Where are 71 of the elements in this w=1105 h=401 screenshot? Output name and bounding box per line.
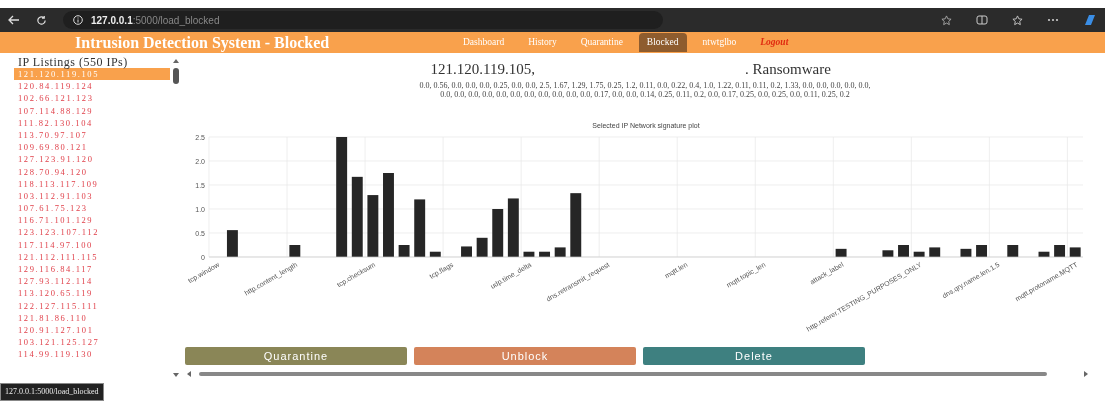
- ip-list-item[interactable]: 103.112.91.103: [14, 189, 170, 203]
- bar: [476, 237, 488, 257]
- bar: [913, 251, 925, 257]
- url-text: 127.0.0.1:5000/load_blocked: [91, 13, 220, 28]
- bar: [539, 251, 550, 257]
- horizontal-scrollbar[interactable]: [185, 369, 1090, 379]
- ip-list-item[interactable]: 120.84.119.124: [14, 80, 170, 93]
- delete-button[interactable]: Delete: [643, 347, 865, 365]
- star-icon[interactable]: [941, 14, 952, 26]
- ip-list-item[interactable]: 118.113.117.109: [14, 177, 170, 190]
- bar: [414, 199, 426, 257]
- ip-list-item[interactable]: 107.61.75.123: [14, 202, 170, 215]
- bar: [1069, 247, 1081, 257]
- ip-list-item[interactable]: 107.114.88.129: [14, 104, 170, 117]
- ip-list-item[interactable]: 129.116.84.117: [14, 263, 170, 276]
- bar: [554, 247, 566, 257]
- bar: [461, 246, 472, 257]
- bar: [570, 193, 582, 257]
- ip-list-item[interactable]: 116.71.101.129: [14, 214, 170, 227]
- unblock-button[interactable]: Unblock: [414, 347, 636, 365]
- attack-type: . Ransomware: [745, 60, 831, 79]
- ip-list-item[interactable]: 123.123.107.112: [14, 226, 170, 239]
- quarantine-button[interactable]: Quarantine: [185, 347, 407, 365]
- ip-list-item[interactable]: 102.66.121.123: [14, 92, 170, 105]
- ip-list-item[interactable]: 113.70.97.107: [14, 128, 170, 142]
- bar: [1007, 245, 1019, 257]
- info-icon: [73, 15, 83, 25]
- ip-list-item[interactable]: 128.70.94.120: [14, 165, 170, 178]
- ip-address: 121.120.119.105,: [429, 60, 535, 79]
- favorites-icon[interactable]: [1012, 14, 1023, 26]
- back-icon[interactable]: [8, 15, 20, 25]
- ip-list-item[interactable]: 120.91.127.101: [14, 323, 170, 337]
- bar: [429, 251, 441, 257]
- bar: [976, 245, 987, 257]
- sidebar-heading: IP Listings (550 IPs): [17, 54, 129, 68]
- bar: [882, 250, 894, 257]
- ip-list-item[interactable]: 117.114.97.100: [14, 238, 170, 251]
- bar: [398, 245, 410, 257]
- split-screen-icon[interactable]: [976, 15, 988, 25]
- bar: [367, 195, 379, 257]
- bar: [289, 245, 301, 257]
- more-icon[interactable]: [1047, 18, 1059, 22]
- bar: [1038, 251, 1050, 257]
- ip-list-item[interactable]: 127.123.91.120: [14, 153, 170, 166]
- ip-list-item[interactable]: 114.99.119.130: [14, 348, 170, 361]
- app-title: Intrusion Detection System - Blocked: [75, 32, 331, 54]
- bar: [492, 209, 504, 257]
- ip-list-item[interactable]: 121.81.86.110: [14, 311, 170, 324]
- bar: [507, 198, 519, 257]
- address-bar[interactable]: 127.0.0.1:5000/load_blocked: [63, 11, 663, 29]
- logout-link[interactable]: Logout: [752, 33, 797, 52]
- status-tooltip: 127.0.0.1:5000/load_blocked: [0, 383, 104, 401]
- ip-list-item[interactable]: 113.120.65.119: [14, 287, 170, 300]
- vertical-scrollbar[interactable]: [170, 57, 182, 379]
- ip-list-item[interactable]: 121.112.111.115: [14, 250, 170, 263]
- bar: [898, 245, 909, 257]
- bar: [523, 251, 535, 257]
- ip-list-item[interactable]: 109.69.80.121: [14, 141, 170, 154]
- ip-list-item[interactable]: 127.93.112.114: [14, 275, 170, 288]
- ip-list-item[interactable]: 122.127.115.111: [14, 299, 170, 312]
- bar: [226, 230, 238, 257]
- signature-values: 0.0, 0.56, 0.0, 0.0, 0.0, 0.25, 0.0, 0.0, 2.5, 1.67, 1.29, 1.75, 0.25, 1.2, 0.11, 0.0, 0.22, 0.4, 1.0, 1.22, 0.11, 0.11, 0.2, 1.33, 0.0, 0.0, 0.0, 0.0, 0.0, 0.0, 0.0, 0.0, 0.0, 0.0, 0.0, 0.0, 0.0, 0.0, 0.0, 0.0, 0.17, 0.0, 0.0, 0.14, 0.25, 0.11, 0.2, 0.0, 0.17, 0.25, 0.0, 0.25, 0.0, 0.11, 0.25, 0.2: [418, 80, 872, 101]
- nav-link[interactable]: Blocked: [638, 33, 687, 52]
- ip-list-item[interactable]: 111.82.130.104: [14, 116, 170, 129]
- bar: [1054, 245, 1066, 257]
- bar: [960, 248, 972, 257]
- copilot-icon[interactable]: [1083, 13, 1097, 27]
- bar: [835, 248, 847, 257]
- ip-list-item[interactable]: 103.121.125.127: [14, 336, 170, 349]
- bar: [929, 247, 941, 257]
- reload-icon[interactable]: [36, 14, 47, 26]
